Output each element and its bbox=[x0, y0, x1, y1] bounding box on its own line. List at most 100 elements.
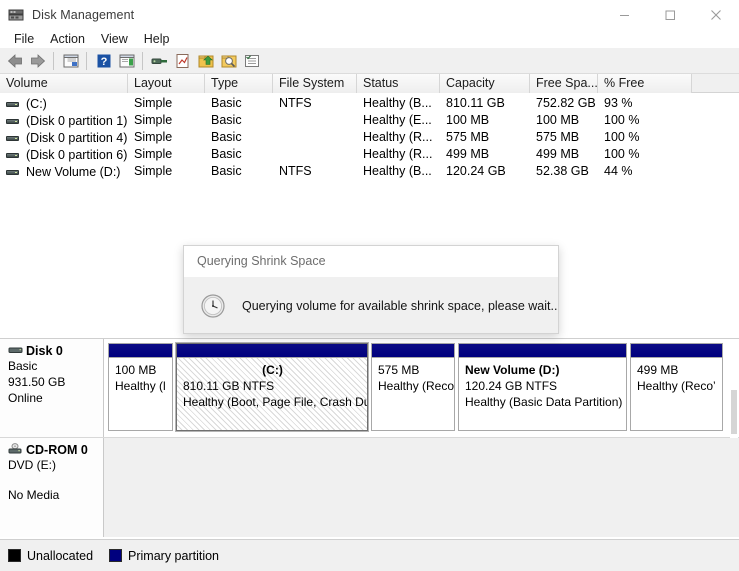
partition-status: Healthy (Reco’ bbox=[637, 379, 716, 393]
close-button[interactable] bbox=[693, 0, 739, 30]
table-row[interactable]: New Volume (D:) Simple Basic NTFS Health… bbox=[0, 163, 739, 180]
cell-volume[interactable]: (Disk 0 partition 1) bbox=[0, 112, 128, 129]
scrollbar-thumb[interactable] bbox=[731, 390, 737, 434]
disk-management-window: Disk Management File Action View Help ? … bbox=[0, 0, 739, 571]
forward-icon[interactable] bbox=[26, 50, 49, 72]
show-hide-console-tree-icon[interactable] bbox=[59, 50, 82, 72]
cell-type: Basic bbox=[211, 147, 242, 161]
export-list-icon[interactable] bbox=[240, 50, 263, 72]
cell-volume[interactable]: (Disk 0 partition 6) bbox=[0, 146, 128, 163]
title-bar[interactable]: Disk Management bbox=[0, 0, 739, 30]
partition-capacity-bar bbox=[177, 344, 367, 358]
column-header-volume[interactable]: Volume bbox=[0, 74, 128, 93]
refresh-icon[interactable] bbox=[171, 50, 194, 72]
partition-block[interactable]: 575 MB Healthy (Reco’ bbox=[371, 343, 455, 431]
cell-capacity: 575 MB bbox=[446, 130, 490, 144]
partition-size: 810.11 GB NTFS bbox=[183, 379, 275, 393]
cell-percent-free: 100 % bbox=[604, 147, 640, 161]
unallocated-swatch bbox=[8, 549, 21, 562]
partition-capacity-bar bbox=[372, 344, 454, 358]
primary-partition-swatch bbox=[109, 549, 123, 562]
back-icon[interactable] bbox=[3, 50, 26, 72]
column-header-layout[interactable]: Layout bbox=[128, 74, 205, 93]
partition-block[interactable]: 499 MB Healthy (Reco’ bbox=[630, 343, 723, 431]
cell-file-system bbox=[273, 146, 357, 163]
disk-volume-icon bbox=[4, 164, 24, 180]
menu-item-action[interactable]: Action bbox=[42, 31, 93, 47]
table-row[interactable]: (Disk 0 partition 1) Simple Basic Health… bbox=[0, 112, 739, 129]
table-row[interactable]: (C:) Simple Basic NTFS Healthy (B... 810… bbox=[0, 95, 739, 112]
cell-status: Healthy (B... bbox=[363, 164, 432, 178]
disk-volume-icon bbox=[4, 147, 24, 163]
legend: Unallocated Primary partition bbox=[0, 539, 739, 571]
window-controls bbox=[601, 0, 739, 30]
partition-body: (C:) 810.11 GB NTFS Healthy (Boot, Page … bbox=[177, 358, 367, 430]
partition-block[interactable]: 100 MB Healthy (l bbox=[108, 343, 173, 431]
partition-block-d[interactable]: New Volume (D:) 120.24 GB NTFS Healthy (… bbox=[458, 343, 627, 431]
column-header-capacity[interactable]: Capacity bbox=[440, 74, 530, 93]
cell-volume[interactable]: (Disk 0 partition 4) bbox=[0, 129, 128, 146]
menu-item-file[interactable]: File bbox=[6, 31, 42, 47]
cell-volume[interactable]: New Volume (D:) bbox=[0, 163, 128, 180]
rescan-disks-icon[interactable] bbox=[194, 50, 217, 72]
toolbar: ? bbox=[0, 48, 739, 74]
dialog-message: Querying volume for available shrink spa… bbox=[242, 298, 559, 313]
table-row[interactable]: (Disk 0 partition 6) Simple Basic Health… bbox=[0, 146, 739, 163]
disk-row-disk-0[interactable]: Disk 0 Basic 931.50 GB Online 100 MB Hea… bbox=[0, 339, 739, 438]
cell-capacity: 810.11 GB bbox=[446, 96, 505, 110]
disk-size: 931.50 GB bbox=[8, 375, 66, 389]
dialog-body: Querying volume for available shrink spa… bbox=[184, 277, 559, 333]
show-hide-action-pane-icon[interactable] bbox=[115, 50, 138, 72]
volume-name: (Disk 0 partition 6) bbox=[26, 147, 128, 162]
table-row[interactable]: (Disk 0 partition 4) Simple Basic Health… bbox=[0, 129, 739, 146]
graphical-view-scrollbar[interactable] bbox=[730, 344, 738, 438]
cell-capacity: 120.24 GB bbox=[446, 164, 506, 178]
cell-file-system: NTFS bbox=[279, 96, 312, 110]
disk-info-panel[interactable]: CD-ROM 0 DVD (E:) No Media bbox=[0, 438, 104, 537]
volume-name: (Disk 0 partition 1) bbox=[26, 113, 128, 128]
cell-layout: Simple bbox=[134, 130, 173, 144]
menu-item-help[interactable]: Help bbox=[136, 31, 178, 47]
disk-title: Disk 0 bbox=[8, 344, 97, 358]
menu-item-view[interactable]: View bbox=[93, 31, 136, 47]
cell-free-space: 575 MB bbox=[536, 130, 580, 144]
cell-percent-free: 100 % bbox=[604, 113, 640, 127]
column-header-percent-free[interactable]: % Free bbox=[598, 74, 692, 93]
column-header-free-space[interactable]: Free Spa... bbox=[530, 74, 598, 93]
partition-capacity-bar bbox=[631, 344, 722, 358]
querying-shrink-space-dialog[interactable]: Querying Shrink Space Querying volume fo… bbox=[183, 245, 559, 334]
minimize-button[interactable] bbox=[601, 0, 647, 30]
properties-icon[interactable] bbox=[148, 50, 171, 72]
cdrom-icon bbox=[8, 443, 26, 457]
all-tasks-icon[interactable] bbox=[217, 50, 240, 72]
cell-volume[interactable]: (C:) bbox=[0, 95, 128, 112]
cell-percent-free: 100 % bbox=[604, 130, 640, 144]
help-icon[interactable]: ? bbox=[92, 50, 115, 72]
legend-label: Primary partition bbox=[128, 548, 220, 563]
cell-file-system bbox=[273, 129, 357, 146]
disk-drive-icon bbox=[8, 344, 26, 358]
cell-status: Healthy (R... bbox=[363, 130, 433, 144]
cell-type: Basic bbox=[211, 96, 242, 110]
partition-size: 120.24 GB NTFS bbox=[465, 379, 558, 393]
cell-file-system: NTFS bbox=[279, 164, 312, 178]
partition-block-c[interactable]: (C:) 810.11 GB NTFS Healthy (Boot, Page … bbox=[175, 342, 369, 432]
cell-type: Basic bbox=[211, 130, 242, 144]
cdrom-empty-area bbox=[104, 438, 739, 537]
menu-bar: File Action View Help bbox=[0, 30, 739, 48]
legend-label: Unallocated bbox=[27, 548, 94, 563]
graphical-view[interactable]: Disk 0 Basic 931.50 GB Online 100 MB Hea… bbox=[0, 338, 739, 539]
cell-layout: Simple bbox=[134, 96, 173, 110]
disk-type: DVD (E:) bbox=[8, 458, 56, 472]
column-header-type[interactable]: Type bbox=[205, 74, 273, 93]
cell-free-space: 499 MB bbox=[536, 147, 580, 161]
maximize-button[interactable] bbox=[647, 0, 693, 30]
partition-body: New Volume (D:) 120.24 GB NTFS Healthy (… bbox=[459, 358, 626, 430]
disk-row-cdrom-0[interactable]: CD-ROM 0 DVD (E:) No Media bbox=[0, 438, 739, 537]
partition-status: Healthy (l bbox=[115, 379, 166, 393]
column-header-file-system[interactable]: File System bbox=[273, 74, 357, 93]
volume-name: (C:) bbox=[26, 96, 47, 111]
partition-name: (C:) bbox=[262, 363, 283, 377]
disk-info-panel[interactable]: Disk 0 Basic 931.50 GB Online bbox=[0, 339, 104, 437]
column-header-status[interactable]: Status bbox=[357, 74, 440, 93]
